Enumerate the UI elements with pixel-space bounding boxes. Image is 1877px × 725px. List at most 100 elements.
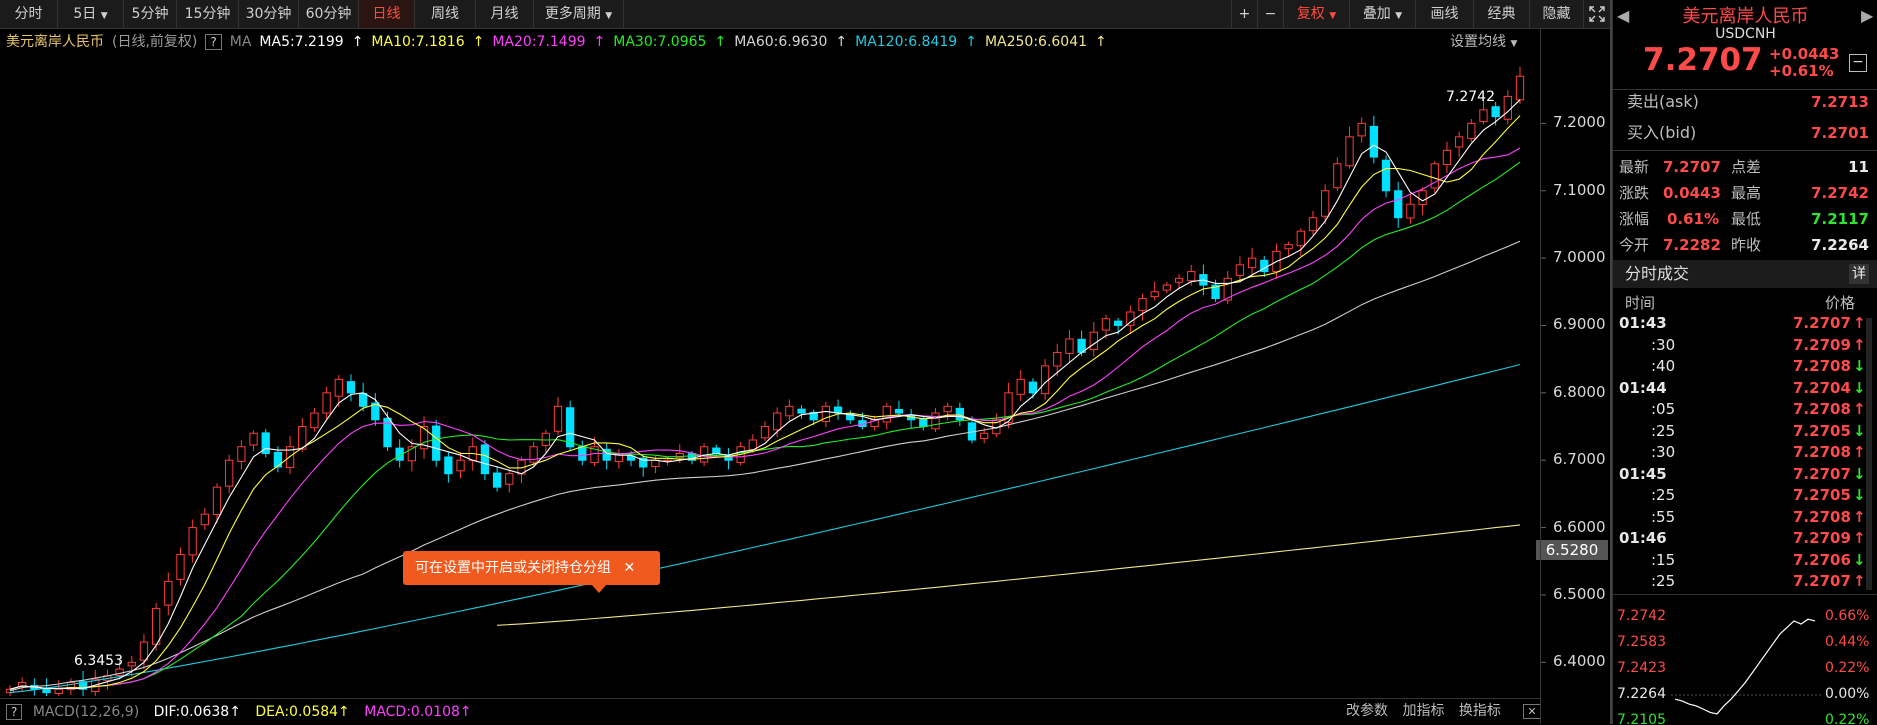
candle-body bbox=[1296, 230, 1305, 247]
zoom-out-button[interactable]: − bbox=[1257, 0, 1283, 28]
candle-body bbox=[578, 446, 587, 461]
candle-body bbox=[1028, 381, 1038, 394]
fullscreen-icon[interactable] bbox=[1583, 0, 1610, 28]
hide-button[interactable]: 隐藏 bbox=[1529, 0, 1583, 28]
candle-body bbox=[164, 580, 173, 606]
candle-body bbox=[1284, 244, 1293, 250]
ma20-text: MA20:7.1499 bbox=[492, 34, 586, 50]
adjust-label: 复权 bbox=[1296, 6, 1325, 22]
candle-body bbox=[712, 447, 721, 454]
ma5-text: MA5:7.2199 bbox=[259, 34, 344, 50]
caret-down-icon: ▼ bbox=[605, 11, 613, 21]
tab-daily[interactable]: 日线 bbox=[359, 0, 415, 28]
y-tick-label: 6.8000 bbox=[1553, 382, 1606, 401]
y-tick-label: 6.9000 bbox=[1553, 315, 1606, 334]
tab-30min[interactable]: 30分钟 bbox=[239, 0, 299, 28]
quote-change-pct: +0.61% bbox=[1769, 62, 1834, 80]
candle-body bbox=[1442, 149, 1452, 165]
change-params-button[interactable]: 改参数 bbox=[1346, 703, 1388, 719]
candle-body bbox=[1515, 75, 1525, 101]
ma5-line bbox=[9, 99, 1521, 690]
dif-text: DIF:0.0638 bbox=[153, 704, 230, 720]
candle-body bbox=[480, 444, 490, 475]
ma10-value: MA10:7.1816 ↑ bbox=[371, 34, 485, 50]
candle-body bbox=[176, 554, 185, 580]
col-time: 时间 bbox=[1625, 294, 1656, 312]
candle-body bbox=[1345, 136, 1354, 167]
mini-pct-label: 0.22% bbox=[1825, 712, 1869, 724]
candle-body bbox=[1418, 190, 1427, 205]
tab-more-periods[interactable]: 更多周期 ▼ bbox=[534, 0, 624, 28]
candle-body bbox=[943, 405, 952, 413]
ma120-line bbox=[9, 363, 1521, 694]
candle-body bbox=[1187, 271, 1196, 282]
mini-pct-label: 0.22% bbox=[1825, 660, 1869, 676]
tab-60min[interactable]: 60分钟 bbox=[299, 0, 359, 28]
tick-direction-icon: ↓ bbox=[1853, 357, 1866, 375]
stat-value: 7.2264 bbox=[1811, 236, 1869, 254]
zoom-in-button[interactable]: + bbox=[1231, 0, 1257, 28]
candle-body bbox=[931, 412, 940, 430]
stat-value: 7.2282 bbox=[1663, 236, 1721, 254]
tab-weekly[interactable]: 周线 bbox=[415, 0, 476, 28]
y-tick-label: 7.0000 bbox=[1553, 248, 1606, 267]
tick-price: 7.2708 bbox=[1793, 443, 1851, 461]
ask-label: 卖出(ask) bbox=[1627, 92, 1699, 111]
ma60-text: MA60:6.9630 bbox=[734, 34, 828, 50]
ma5-value: MA5:7.2199 ↑ bbox=[259, 34, 364, 50]
help-icon[interactable]: ? bbox=[205, 34, 222, 50]
candle-body bbox=[444, 456, 453, 475]
macd-help-icon[interactable]: ? bbox=[6, 704, 23, 720]
overlay-button[interactable]: 叠加 ▼ bbox=[1349, 0, 1415, 28]
candle-body bbox=[1235, 264, 1245, 276]
candle-body bbox=[919, 418, 928, 428]
collapse-icon[interactable]: − bbox=[1849, 54, 1867, 72]
macd-text: MACD:0.0108 bbox=[364, 704, 460, 720]
detail-button[interactable]: 详 bbox=[1849, 264, 1869, 284]
price-chart[interactable] bbox=[0, 56, 1610, 696]
tick-time: 01:46 bbox=[1619, 529, 1667, 547]
ticks-title: 分时成交 bbox=[1625, 264, 1690, 283]
candle-body bbox=[980, 432, 989, 439]
tab-monthly[interactable]: 月线 bbox=[476, 0, 534, 28]
ma-settings-button[interactable]: 设置均线 ▼ bbox=[1450, 30, 1517, 54]
tick-time: 01:45 bbox=[1619, 464, 1667, 483]
period-toolbar: 分时 5日 ▼ 5分钟 15分钟 30分钟 60分钟 日线 周线 月线 更多周期… bbox=[0, 0, 1610, 29]
quote-panel: ◀ ▶ 美元离岸人民币 USDCNH 7.2707 +0.0443 +0.61%… bbox=[1612, 0, 1877, 724]
candle-body bbox=[1040, 365, 1050, 395]
close-indicator-icon[interactable]: ✕ bbox=[1523, 704, 1541, 719]
ma60-line bbox=[9, 240, 1521, 692]
tab-5day[interactable]: 5日 ▼ bbox=[58, 0, 124, 28]
classic-button[interactable]: 经典 bbox=[1473, 0, 1529, 28]
adjust-button[interactable]: 复权 ▼ bbox=[1283, 0, 1349, 28]
tick-price: 7.2708 bbox=[1793, 400, 1851, 418]
ticks-scrollbar[interactable] bbox=[1866, 318, 1872, 590]
axis-divider bbox=[1540, 28, 1541, 724]
tick-price: 7.2705 bbox=[1793, 486, 1851, 504]
add-indicator-button[interactable]: 加指标 bbox=[1402, 703, 1444, 719]
tab-5min[interactable]: 5分钟 bbox=[124, 0, 177, 28]
stat-label: 最高 bbox=[1731, 184, 1762, 202]
candle-body bbox=[346, 381, 356, 394]
candle-body bbox=[322, 392, 331, 414]
switch-indicator-button[interactable]: 换指标 bbox=[1459, 703, 1501, 719]
tab-15min[interactable]: 15分钟 bbox=[177, 0, 239, 28]
y-tick-label: 6.4000 bbox=[1553, 652, 1606, 671]
candle-body bbox=[1247, 257, 1257, 269]
draw-button[interactable]: 画线 bbox=[1415, 0, 1473, 28]
tab-fenshi[interactable]: 分时 bbox=[0, 0, 58, 28]
candle-body bbox=[566, 407, 575, 448]
hint-text: 可在设置中开启或关闭持仓分组 bbox=[415, 560, 611, 576]
candle-body bbox=[541, 432, 550, 446]
mini-intraday-chart[interactable]: 7.2742 0.66% 7.2583 0.44% 7.2423 0.22% 7.2264 0… bbox=[1613, 600, 1877, 724]
candle-body bbox=[225, 459, 234, 487]
candle-body bbox=[1479, 109, 1488, 123]
candle-body bbox=[1089, 331, 1098, 351]
candle-body bbox=[151, 607, 161, 645]
y-tick-label: 6.6000 bbox=[1553, 517, 1606, 536]
tick-direction-icon: ↓ bbox=[1853, 464, 1866, 483]
candle-body bbox=[1308, 217, 1318, 232]
candle-body bbox=[249, 432, 258, 446]
close-icon[interactable]: ✕ bbox=[623, 560, 635, 576]
candle-body bbox=[760, 426, 770, 439]
